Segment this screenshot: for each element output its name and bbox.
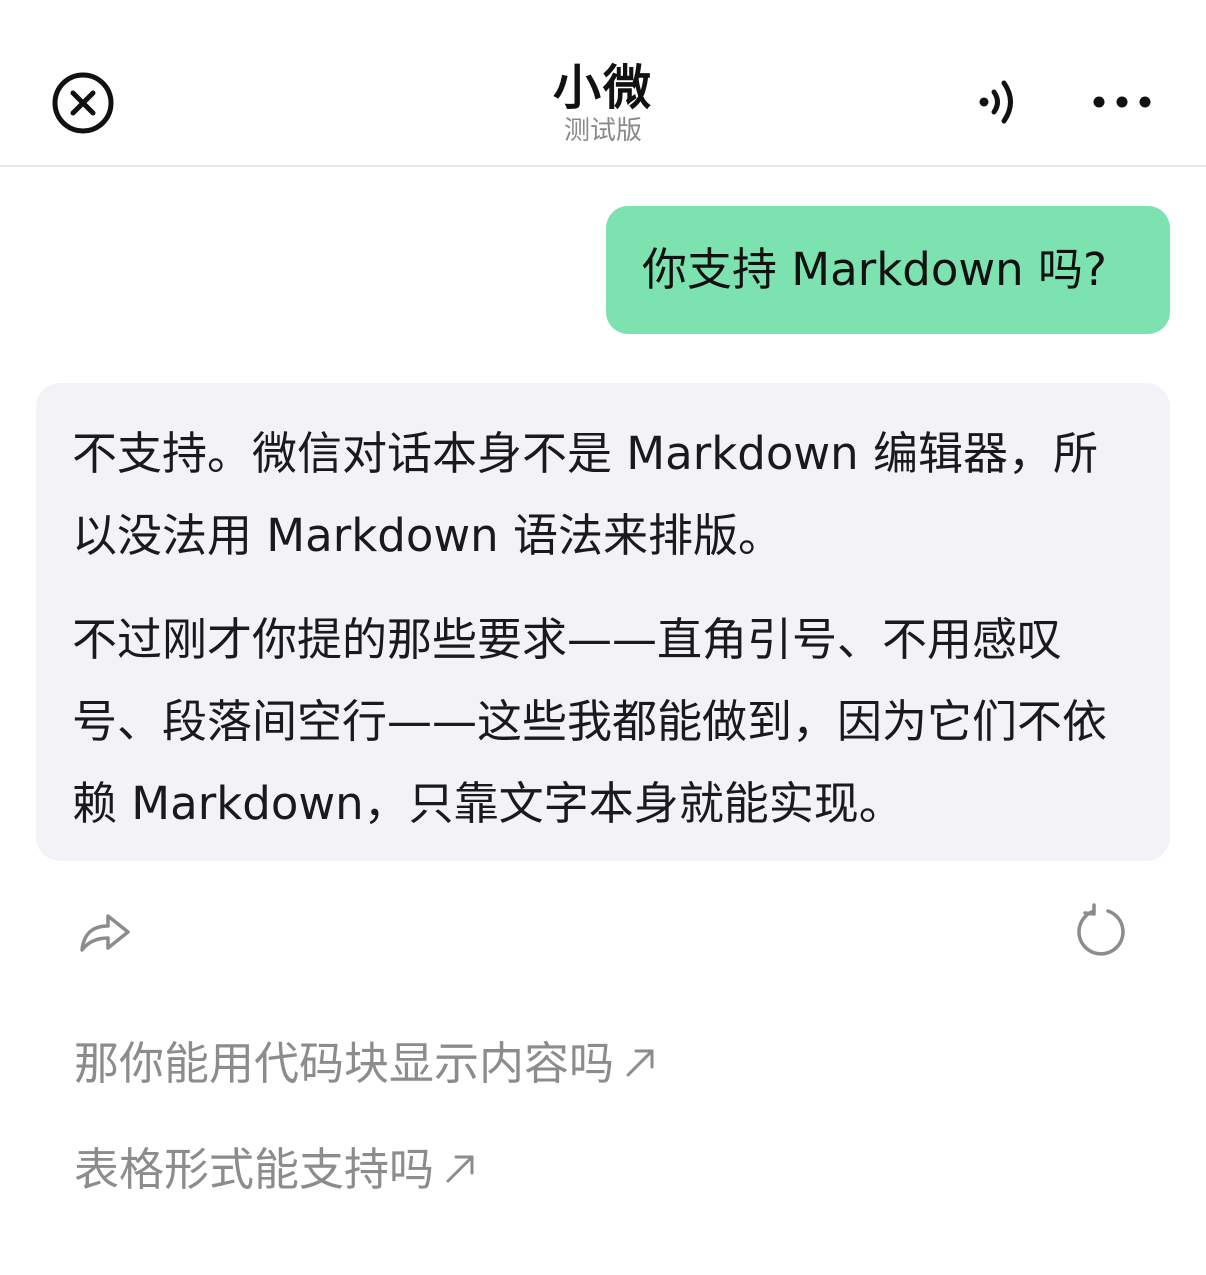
suggestion-item[interactable]: 那你能用代码块显示内容吗 [74,1034,658,1094]
arrow-up-right-icon [626,1049,654,1077]
bot-message-paragraph: 不过刚才你提的那些要求——直角引号、不用感叹号、段落间空行——这些我都能做到，因… [72,613,1108,830]
regenerate-button[interactable] [1072,902,1132,962]
bot-message-bubble: 不支持。微信对话本身不是 Markdown 编辑器，所以没法用 Markdown… [36,383,1170,861]
user-message-bubble: 你支持 Markdown 吗? [606,206,1170,334]
refresh-icon [1077,903,1125,956]
suggestion-text: 表格形式能支持吗 [74,1143,435,1196]
close-circle-icon [52,72,114,134]
share-button[interactable] [74,902,134,962]
suggestion-text: 那你能用代码块显示内容吗 [74,1037,615,1090]
title-block: 小微 测试版 [403,58,803,146]
user-message-text: 你支持 Markdown 吗? [642,243,1107,296]
page-title: 小微 [552,60,653,116]
share-icon [80,914,130,952]
bot-message-paragraph: 不支持。微信对话本身不是 Markdown 编辑器，所以没法用 Markdown… [72,427,1098,562]
arrow-up-right-icon [446,1155,474,1183]
top-bar: 小微 测试版 [0,0,1206,167]
more-button[interactable] [1088,84,1158,120]
page-subtitle: 测试版 [563,116,642,146]
speaker-icon [979,80,1013,124]
suggestion-item[interactable]: 表格形式能支持吗 [74,1140,478,1200]
more-dots-icon [1093,96,1151,108]
sound-button[interactable] [970,72,1030,132]
close-button[interactable] [50,70,116,136]
